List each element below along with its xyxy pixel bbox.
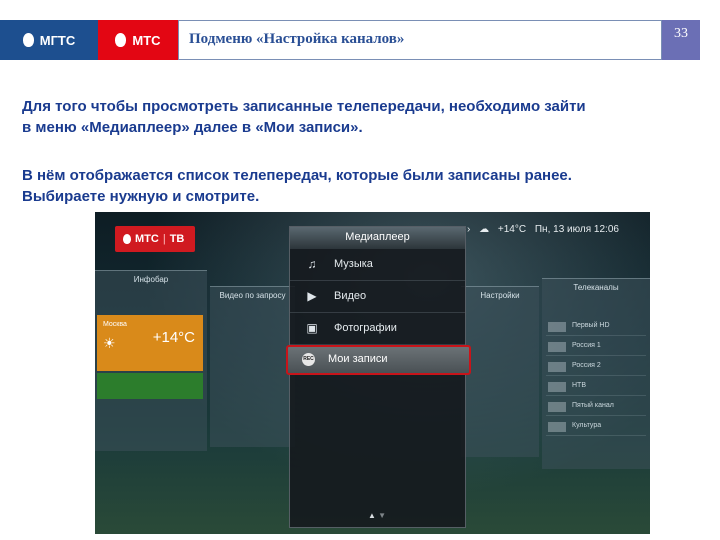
date-time: Пн, 13 июля 12:06 [534, 224, 619, 235]
music-icon: ♫ [307, 257, 317, 271]
infobar-title: Инфобар [133, 275, 169, 284]
slide-title: Подменю «Настройка каналов» [189, 31, 405, 47]
slide-header: МГТС МТС Подменю «Настройка каналов» 33 [0, 20, 700, 60]
channel-row[interactable]: Пятый канал [546, 399, 646, 416]
menu-item-video[interactable]: ▶ Видео [290, 281, 465, 313]
menu-item-label: Фотографии [334, 322, 397, 334]
channel-row[interactable]: НТВ [546, 379, 646, 396]
weather-widget: Москва ☀ +14°C [97, 315, 203, 371]
channel-row[interactable]: Россия 2 [546, 359, 646, 376]
channel-logo-icon [548, 362, 566, 372]
menu-item-label: Мои записи [328, 353, 388, 365]
settings-panel[interactable]: Настройки [461, 286, 539, 457]
channels-panel-title: Телеканалы [573, 283, 619, 292]
title-box: Подменю «Настройка каналов» [178, 20, 662, 60]
sun-icon: ☀ [103, 335, 116, 351]
status-bar: ‹··› ☁ +14°C Пн, 13 июля 12:06 [457, 224, 625, 235]
channel-name: Культура [572, 422, 602, 429]
menu-item-music[interactable]: ♫ Музыка [290, 249, 465, 281]
channel-name: Россия 2 [572, 362, 601, 369]
photo-icon: ▣ [306, 321, 318, 335]
settings-panel-title: Настройки [480, 291, 520, 300]
weather-temp: +14°C [152, 329, 195, 346]
page-number: 33 [662, 20, 700, 60]
channel-logo-icon [548, 342, 566, 352]
instruction-paragraph-1: Для того чтобы просмотреть записанные те… [22, 96, 586, 138]
mts-tv-badge: МТС | ТВ [115, 226, 195, 252]
paragraph-line: в меню «Медиаплеер» далее в «Мои записи»… [22, 119, 363, 136]
channel-name: НТВ [572, 382, 586, 389]
paragraph-line: Для того чтобы просмотреть записанные те… [22, 98, 586, 115]
scroll-up-icon[interactable]: ▲ ▼ [368, 511, 386, 520]
mediaplayer-menu: Медиаплеер ♫ Музыка ▶ Видео ▣ Фотографии… [286, 226, 471, 528]
egg-icon [115, 33, 127, 47]
paragraph-line: Выбираете нужную и смотрите. [22, 188, 260, 205]
rec-icon: REC [302, 353, 315, 366]
menu-item-my-recordings[interactable]: REC Мои записи [286, 345, 471, 375]
channel-row[interactable]: Культура [546, 419, 646, 436]
menu-title: Медиаплеер [345, 231, 410, 243]
egg-icon [22, 33, 34, 47]
egg-icon [123, 234, 131, 244]
channel-row[interactable]: Первый HD [546, 319, 646, 336]
video-panel-title: Видео по запросу [219, 291, 286, 300]
channel-logo-icon [548, 322, 566, 332]
channel-name: Первый HD [572, 322, 610, 329]
weather-status: +14°C [497, 224, 527, 235]
menu-item-label: Видео [334, 290, 367, 302]
weather-city: Москва [103, 321, 127, 328]
paragraph-line: В нём отображается список телепередач, к… [22, 167, 572, 184]
mgts-logo-text: МГТС [39, 32, 76, 48]
mts-logo-text: МТС [132, 32, 161, 48]
cloud-icon: ☁ [479, 224, 490, 235]
channel-name: Пятый канал [572, 402, 614, 409]
instruction-paragraph-2: В нём отображается список телепередач, к… [22, 165, 572, 207]
badge-separator: | [162, 233, 166, 245]
channel-row[interactable]: Россия 1 [546, 339, 646, 356]
mgts-logo: МГТС [0, 20, 98, 60]
badge-tv: ТВ [169, 233, 185, 245]
traffic-strip [97, 373, 203, 399]
channels-panel[interactable]: Телеканалы Первый HD Россия 1 Россия 2 Н… [542, 278, 650, 469]
mts-logo: МТС [98, 20, 178, 60]
play-icon: ▶ [307, 289, 317, 303]
video-panel[interactable]: Видео по запросу [210, 286, 295, 447]
menu-header: Медиаплеер [290, 227, 465, 249]
menu-item-photos[interactable]: ▣ Фотографии [290, 313, 465, 345]
channel-logo-icon [548, 422, 566, 432]
menu-item-label: Музыка [334, 258, 373, 270]
channel-logo-icon [548, 382, 566, 392]
tv-screenshot: МТС | ТВ Инфобар Москва ☀ +14°C Видео по… [95, 212, 650, 534]
channel-name: Россия 1 [572, 342, 601, 349]
channel-logo-icon [548, 402, 566, 412]
badge-brand: МТС [135, 233, 159, 245]
infobar-panel[interactable]: Инфобар Москва ☀ +14°C [95, 270, 207, 451]
